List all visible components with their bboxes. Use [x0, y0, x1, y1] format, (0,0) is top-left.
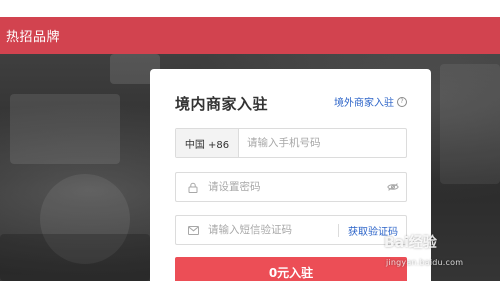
password-input[interactable]: [206, 173, 380, 201]
header-title: 热招品牌: [6, 30, 61, 45]
envelope-icon: [176, 216, 206, 244]
overseas-merchant-link[interactable]: 境外商家入驻 ?: [334, 94, 407, 109]
hero-decoration: [440, 64, 500, 184]
question-circle-icon[interactable]: ?: [397, 96, 407, 107]
hero-decoration: [10, 94, 120, 164]
sms-code-input[interactable]: [206, 216, 338, 244]
phone-field: 中国 +86: [175, 128, 407, 158]
lock-icon: [176, 173, 206, 201]
overseas-link-label: 境外商家入驻: [334, 98, 394, 109]
header-bar: 热招品牌: [0, 17, 500, 54]
get-code-button[interactable]: 获取验证码: [339, 223, 406, 238]
top-strip: [0, 0, 500, 17]
hero-decoration: [0, 234, 150, 281]
submit-button[interactable]: 0元入驻: [175, 257, 407, 281]
form-title: 境内商家入驻: [175, 95, 269, 113]
sms-code-field: 获取验证码: [175, 215, 407, 245]
phone-input[interactable]: [239, 129, 406, 157]
password-field: [175, 172, 407, 202]
merchant-signup-card: 境内商家入驻 境外商家入驻 ? 中国 +86 请输入手机号码 请输入短信验证码 …: [150, 69, 431, 281]
country-code-select[interactable]: 中国 +86: [176, 129, 239, 157]
eye-off-icon[interactable]: [380, 173, 406, 201]
page: 热招品牌 境内商家入驻 境外商家入驻 ? 中国 +86 请输入手机号码 请输入短…: [0, 0, 500, 281]
